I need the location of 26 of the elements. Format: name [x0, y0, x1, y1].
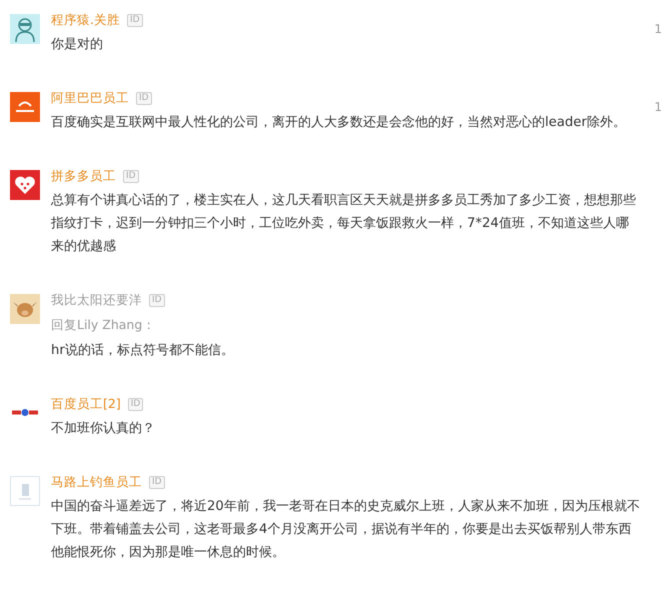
reply-count: 1: [654, 100, 662, 114]
author-name[interactable]: 拼多多员工: [51, 168, 116, 184]
author-name[interactable]: 程序猿.关胜: [51, 12, 120, 28]
comment-text: hr说的话，标点符号都不能信。: [51, 342, 235, 360]
comment-text: 总算有个讲真心话的了，楼主实在人，这几天看职言区天天就是拼多多员工秀加了多少工资，想想那些指纹打卡，迟到一分钟扣三个小时，工位吃外卖，每天拿饭跟救火一样，7*24值班，不知道这些人哪来的优越感: [51, 192, 637, 256]
id-tag: ID: [136, 92, 152, 104]
id-tag: ID: [126, 14, 143, 26]
pig-avatar-icon: [10, 294, 40, 324]
id-tag: ID: [149, 294, 165, 306]
avatar-icon: [10, 14, 40, 44]
reply-count: 1: [654, 22, 662, 36]
comment-text: 你是对的: [51, 36, 104, 54]
comment-text: 不加班你认真的？: [51, 420, 156, 438]
author-name[interactable]: 阿里巴巴员工: [51, 90, 129, 106]
comment-text: 中国的奋斗逼差远了，将近20年前，我一老哥在日本的史克威尔上班，人家从来不加班，因为压根就不下班。带着铺盖去公司，这老哥最多4个月没离开公司，据说有半年的，你要是出去买饭帮别人带东西他能恨死你，因为那是唯一休息的时候。: [51, 498, 641, 562]
logo-icon: [10, 92, 40, 122]
author-name[interactable]: 马路上钓鱼员工: [51, 474, 142, 490]
author-name[interactable]: 我比太阳还要洋: [51, 292, 142, 308]
reply-label: 回复Lily Zhang：: [51, 316, 156, 334]
building-placeholder-icon: [10, 476, 40, 506]
id-tag: ID: [149, 476, 165, 488]
id-tag: ID: [123, 170, 139, 182]
author-name[interactable]: 百度员工[2]: [51, 396, 121, 412]
id-tag: ID: [128, 398, 144, 410]
heart-logo-icon: [10, 170, 40, 200]
comment-text: 百度确实是互联网中最人性化的公司，离开的人大多数还是会念他的好，当然对恶心的leader除外。: [51, 114, 627, 132]
